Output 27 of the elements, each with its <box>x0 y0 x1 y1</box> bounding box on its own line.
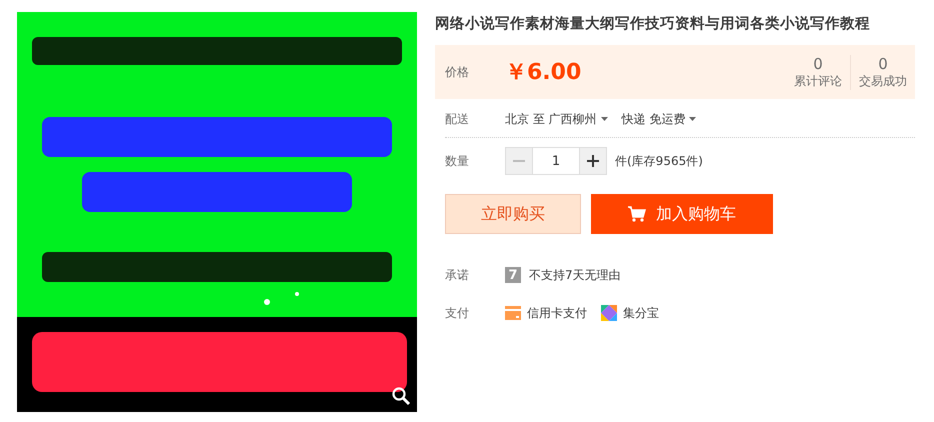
seven-day-icon: 7 <box>505 267 521 283</box>
location-dropdown[interactable]: 北京 至 广西柳州 <box>505 110 608 128</box>
cart-icon <box>628 206 646 222</box>
payment-method: 信用卡支付 <box>527 304 587 322</box>
stat-count: 0 <box>813 54 823 72</box>
plus-button[interactable] <box>579 147 607 175</box>
stock-text: 件(库存9565件) <box>615 152 703 170</box>
quantity-field[interactable]: 1 <box>533 147 579 175</box>
promise-label: 承诺 <box>445 266 470 284</box>
stat-label: 累计评论 <box>794 72 842 90</box>
stat-label: 交易成功 <box>859 72 907 90</box>
caret-icon <box>689 117 696 121</box>
zoom-icon[interactable] <box>391 386 411 406</box>
plus-icon <box>587 155 599 167</box>
product-title: 网络小说写作素材海量大纲写作技巧资料与用词各类小说写作教程 <box>435 14 871 33</box>
quantity-label: 数量 <box>445 152 470 170</box>
shipping-dropdown[interactable]: 快递 免运费 <box>622 110 696 128</box>
caret-icon <box>600 117 608 121</box>
payment-label: 支付 <box>445 304 470 322</box>
price-value: ￥6.00 <box>505 59 582 87</box>
price-label: 价格 <box>445 64 470 80</box>
delivery-label: 配送 <box>445 110 470 128</box>
stat-count: 0 <box>878 54 888 72</box>
payment-method: 集分宝 <box>623 304 659 322</box>
credit-card-icon <box>505 305 521 321</box>
promise-text: 不支持7天无理由 <box>529 266 621 284</box>
jifen-icon <box>601 305 617 321</box>
